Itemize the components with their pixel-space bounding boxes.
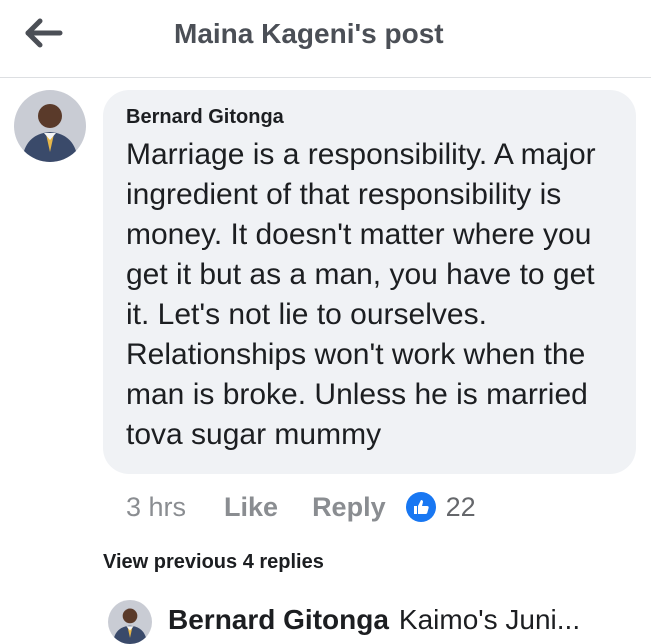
comment-time: 3 hrs <box>126 491 187 522</box>
reply-preview[interactable]: Bernard Gitonga Kaimo's Juni... <box>168 604 580 636</box>
thumbs-up-icon[interactable] <box>405 492 436 522</box>
reply-avatar[interactable] <box>108 600 152 644</box>
avatar-photo-icon <box>14 90 86 162</box>
reply-author[interactable]: Bernard Gitonga <box>168 604 389 635</box>
avatar[interactable] <box>14 90 86 162</box>
comment-actions: 3 hrs Like Reply 22 <box>126 490 476 524</box>
page-title: Maina Kageni's post <box>174 18 444 49</box>
comment-text: Marriage is a responsibility. A major in… <box>126 138 596 451</box>
comment-bubble: Bernard Gitonga Marriage is a responsibi… <box>103 90 636 474</box>
view-previous-replies-link[interactable]: View previous 4 replies <box>103 551 324 574</box>
back-button[interactable] <box>24 18 64 48</box>
reply-text: Kaimo's Juni... <box>398 604 581 635</box>
comment-author[interactable]: Bernard Gitonga <box>126 106 616 129</box>
reply-button[interactable]: Reply <box>312 492 386 523</box>
arrow-left-icon <box>25 18 63 48</box>
avatar-photo-icon <box>108 600 152 644</box>
post-header: Maina Kageni's post <box>0 0 651 78</box>
like-button[interactable]: Like <box>224 492 278 523</box>
reaction-count: 22 <box>445 491 476 522</box>
